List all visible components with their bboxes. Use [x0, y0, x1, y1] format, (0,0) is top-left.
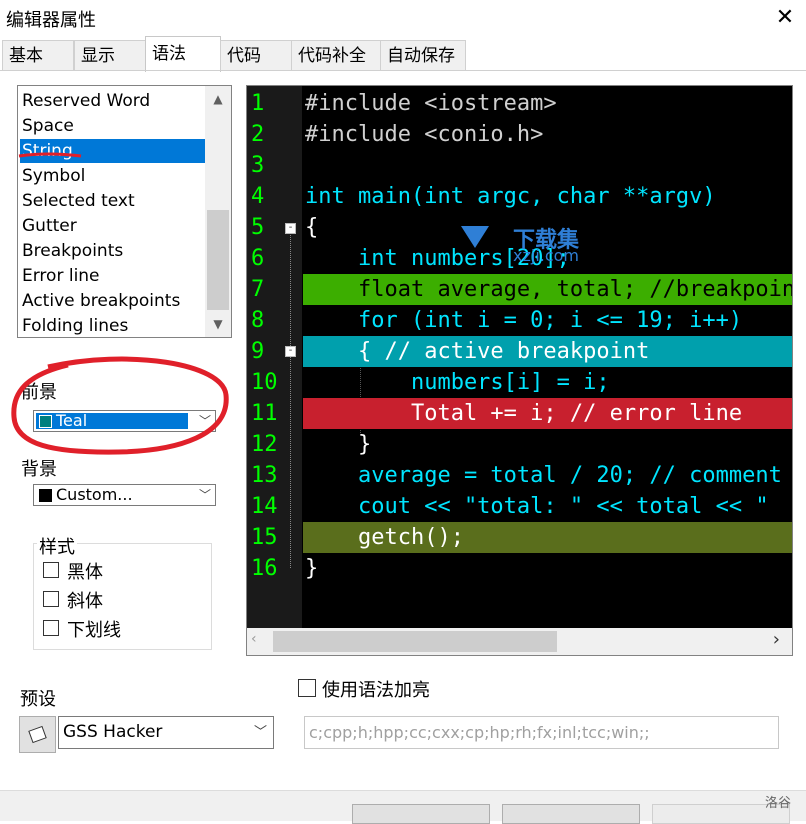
line-number: 11 [251, 401, 278, 426]
line-number: 8 [251, 308, 265, 333]
extensions-input[interactable]: c;cpp;h;hpp;cc;cxx;cp;hp;rh;fx;inl;tcc;w… [304, 716, 779, 749]
code-line: int main(int argc, char **argv) [305, 184, 716, 209]
syntax-highlight-checkbox[interactable] [298, 679, 316, 697]
line-number: 10 [251, 370, 278, 395]
error-line: Total += i; // error line [303, 398, 792, 429]
preset-value: GSS Hacker [63, 722, 163, 742]
cancel-button[interactable] [502, 804, 640, 824]
preset-label: 预设 [20, 689, 56, 710]
line-number: 2 [251, 122, 265, 147]
brush-icon [28, 725, 47, 744]
tab-basic[interactable]: 基本 [2, 40, 74, 70]
line-number: 9 [251, 339, 265, 364]
scroll-down-icon[interactable]: ▼ [205, 313, 231, 335]
syntax-element-list[interactable]: Reserved Word Space String Symbol Select… [17, 85, 232, 338]
editor-hscrollbar[interactable]: ‹ › [247, 628, 792, 655]
code-line: #include <iostream> [305, 91, 557, 116]
line-number: 14 [251, 494, 278, 519]
line-number: 6 [251, 246, 265, 271]
tab-syntax[interactable]: 语法 [145, 36, 221, 72]
corner-text: 洛谷 [765, 796, 792, 811]
tab-label: 代码 [227, 46, 261, 66]
code-line: } [305, 556, 319, 581]
line-number: 5 [251, 215, 265, 240]
scroll-up-icon[interactable]: ▲ [205, 88, 231, 110]
tab-code-completion[interactable]: 代码补全 [291, 40, 381, 70]
list-item-space[interactable]: Space [20, 114, 208, 138]
line-number: 16 [251, 556, 278, 581]
scroll-left-icon[interactable]: ‹ [251, 631, 257, 647]
background-value: Custom... [56, 485, 133, 504]
tab-label: 显示 [81, 46, 115, 66]
tab-label: 基本 [9, 46, 43, 66]
style-label: 样式 [37, 533, 77, 559]
annotation-underline [18, 152, 82, 158]
annotation-circle [11, 356, 229, 455]
style-groupbox [33, 543, 212, 650]
tab-divider [0, 70, 806, 71]
code-line: average = total / 20; // comment [305, 463, 782, 488]
list-scroll-thumb[interactable] [207, 210, 229, 310]
code-preview[interactable]: - - 1 2 3 4 5 6 7 8 9 10 11 12 13 14 15 … [246, 85, 793, 656]
line-number: 3 [251, 153, 265, 178]
tab-label: 代码补全 [298, 46, 366, 66]
line-number: 15 [251, 525, 278, 550]
list-item-gutter[interactable]: Gutter [20, 214, 208, 238]
list-item-error-line[interactable]: Error line [20, 264, 208, 288]
selected-text-line: getch(); [303, 522, 792, 553]
preset-select[interactable]: GSS Hacker ﹀ [58, 716, 274, 749]
line-number: 4 [251, 184, 265, 209]
underline-checkbox[interactable] [43, 620, 59, 636]
tab-code[interactable]: 代码 [220, 40, 292, 70]
code-line: #include <conio.h> [305, 122, 544, 147]
code-line: } [305, 432, 372, 457]
tab-bar: 基本 显示 语法 代码 代码补全 自动保存 [0, 36, 806, 72]
list-item-breakpoints[interactable]: Breakpoints [20, 239, 208, 263]
list-item-active-breakpoints[interactable]: Active breakpoints [20, 289, 208, 313]
close-icon[interactable]: ✕ [772, 6, 798, 32]
code-line: cout << "total: " << total << " [305, 494, 769, 519]
code-line: for (int i = 0; i <= 19; i++) [305, 308, 743, 333]
bold-label: 黑体 [67, 562, 103, 583]
ok-button[interactable] [352, 804, 490, 824]
tab-label: 自动保存 [387, 46, 455, 66]
italic-checkbox[interactable] [43, 591, 59, 607]
line-number: 7 [251, 277, 265, 302]
line-number: 1 [251, 91, 265, 116]
scroll-right-icon[interactable]: › [773, 629, 780, 650]
list-item-reserved-word[interactable]: Reserved Word [20, 89, 208, 113]
window-title: 编辑器属性 [6, 10, 96, 31]
tab-display[interactable]: 显示 [74, 40, 146, 70]
active-breakpoint-line: { // active breakpoint [303, 336, 792, 367]
editor-hscroll-thumb[interactable] [273, 631, 557, 652]
tab-label: 语法 [152, 44, 186, 64]
breakpoint-line: float average, total; //breakpoint [303, 274, 792, 305]
underline-label: 下划线 [67, 620, 121, 641]
line-number: 12 [251, 432, 278, 457]
list-item-folding-lines[interactable]: Folding lines [20, 314, 208, 337]
background-label: 背景 [21, 459, 57, 480]
line-number: 13 [251, 463, 278, 488]
background-color-select[interactable]: Custom... ﹀ [33, 484, 216, 506]
bold-checkbox[interactable] [43, 562, 59, 578]
list-item-selected-text[interactable]: Selected text [20, 189, 208, 213]
chevron-down-icon: ﹀ [253, 725, 267, 740]
syntax-highlight-label: 使用语法加亮 [322, 680, 430, 701]
watermark-subtext: xzji.com [513, 246, 580, 265]
code-line: numbers[i] = i; [305, 370, 610, 395]
chevron-down-icon: ﹀ [198, 488, 211, 502]
italic-label: 斜体 [67, 591, 103, 612]
tab-autosave[interactable]: 自动保存 [380, 40, 466, 70]
background-swatch [39, 489, 52, 502]
list-item-symbol[interactable]: Symbol [20, 164, 208, 188]
load-preset-button[interactable] [19, 716, 56, 753]
